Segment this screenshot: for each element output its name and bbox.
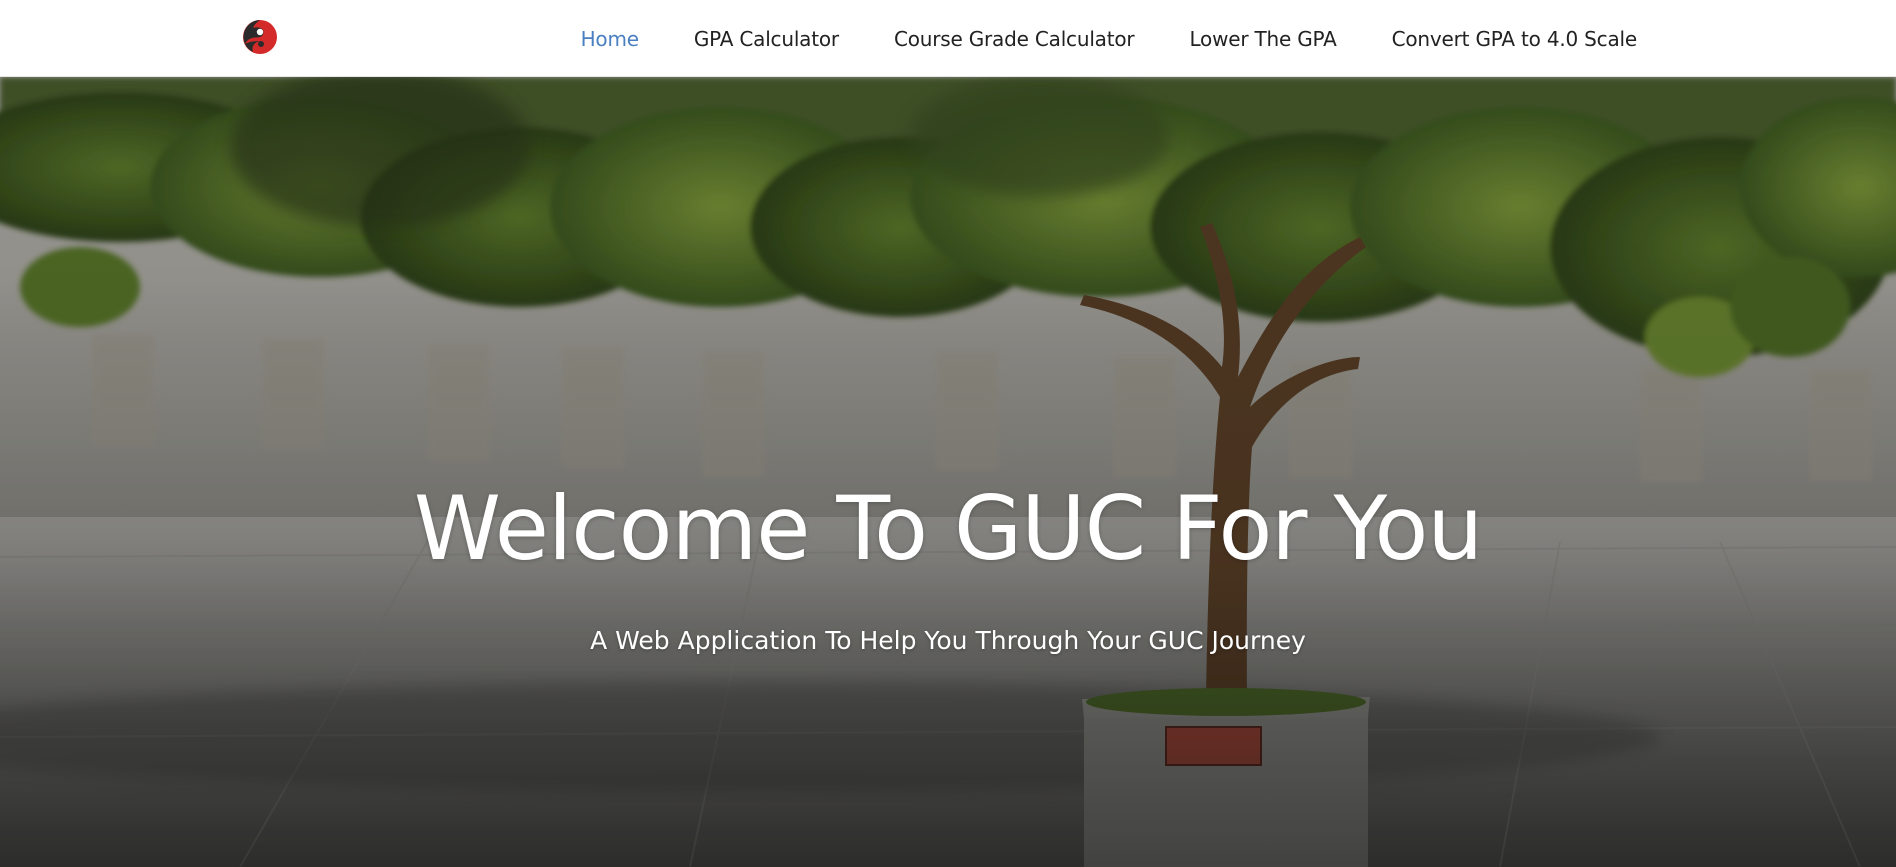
- nav-link-gpa-calculator[interactable]: GPA Calculator: [694, 27, 839, 51]
- logo-swirl-icon: [243, 20, 277, 54]
- nav-link-course-grade-calculator[interactable]: Course Grade Calculator: [894, 27, 1135, 51]
- guc-logo-icon[interactable]: [241, 18, 279, 56]
- hero-background-image: [0, 77, 1896, 867]
- hero-subtitle: A Web Application To Help You Through Yo…: [590, 626, 1306, 655]
- nav-link-home[interactable]: Home: [581, 27, 639, 51]
- nav-link-convert-gpa[interactable]: Convert GPA to 4.0 Scale: [1392, 27, 1638, 51]
- hero-title: Welcome To GUC For You: [413, 477, 1483, 580]
- navbar: Home GPA Calculator Course Grade Calcula…: [0, 0, 1896, 77]
- nav-link-lower-the-gpa[interactable]: Lower The GPA: [1189, 27, 1336, 51]
- hero-section: Welcome To GUC For You A Web Application…: [0, 77, 1896, 867]
- main-nav: Home GPA Calculator Course Grade Calcula…: [581, 0, 1638, 77]
